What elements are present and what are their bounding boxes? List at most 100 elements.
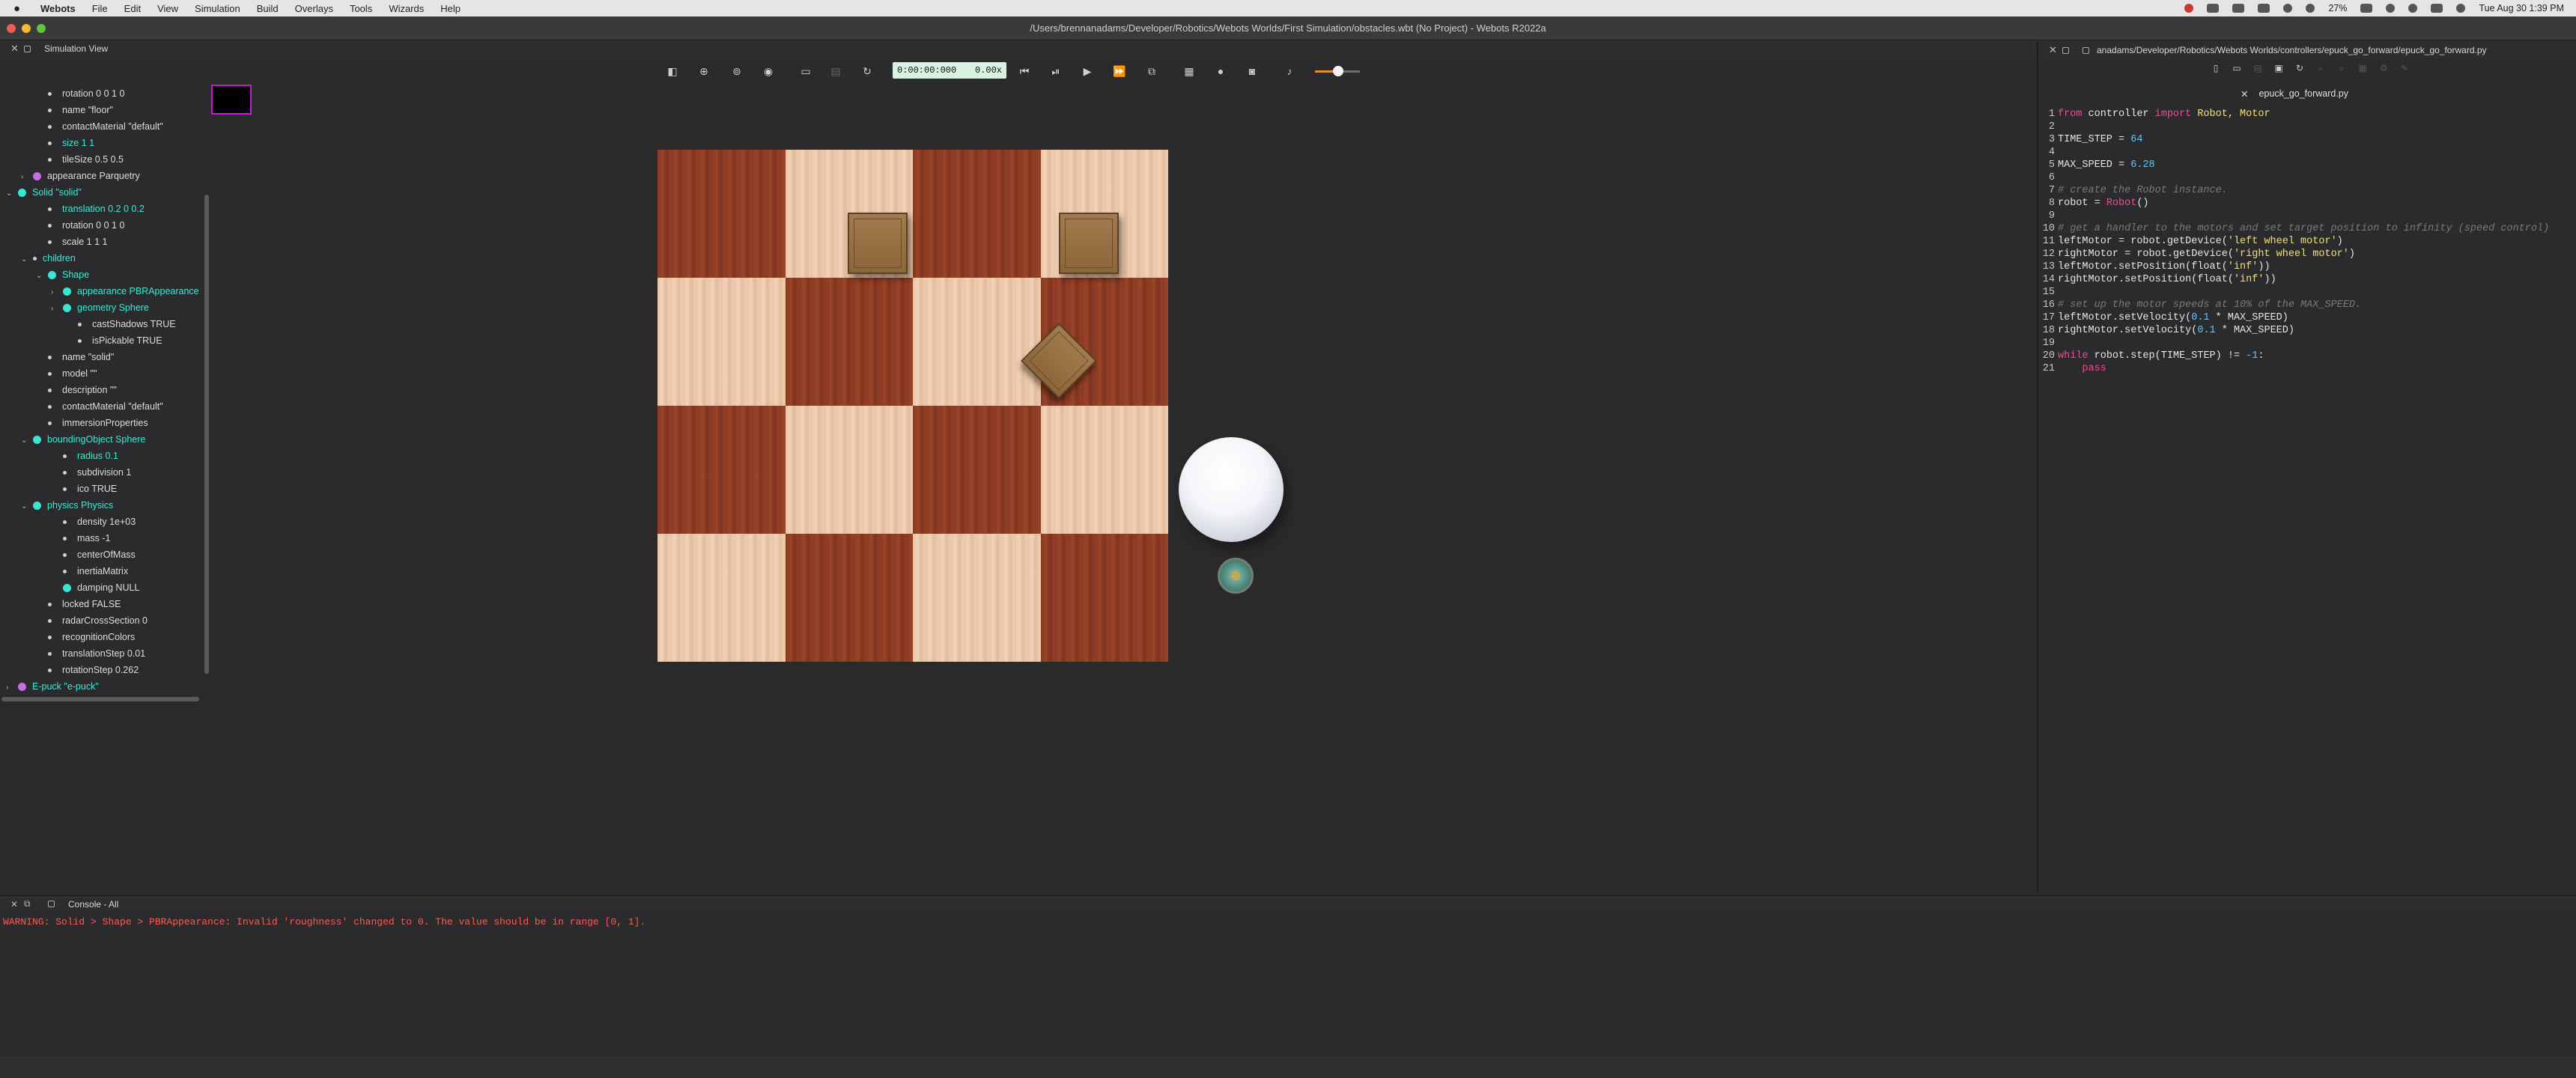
code-line[interactable]: 5 MAX_SPEED = 6.28 — [2038, 159, 2576, 171]
reload-world-icon[interactable]: ↻ — [861, 65, 873, 77]
scene-tree-row[interactable]: density 1e+03 — [63, 514, 136, 530]
code-line[interactable]: 2 — [2038, 121, 2576, 133]
scene-tree-row[interactable]: inertiaMatrix — [63, 563, 128, 579]
collapse-arrow-icon[interactable]: ⌄ — [21, 252, 28, 268]
code-line[interactable]: 6 — [2038, 171, 2576, 184]
build-icon[interactable]: ⚙ — [2378, 63, 2389, 73]
app-menu[interactable]: Webots — [40, 3, 76, 14]
code-line[interactable]: 11 leftMotor = robot.getDevice('left whee… — [2038, 235, 2576, 248]
scene-tree-row[interactable]: rotation 0 0 1 0 — [48, 217, 124, 234]
display-icon[interactable] — [2258, 4, 2270, 13]
collapse-arrow-icon[interactable]: ⌄ — [21, 433, 28, 449]
close-console-icon[interactable]: ✕ — [10, 899, 24, 910]
scene-tree-row[interactable]: mass -1 — [63, 530, 110, 546]
menu-extra-icon[interactable] — [2207, 4, 2220, 13]
code-line[interactable]: 16 # set up the motor speeds at 10% of th… — [2038, 299, 2576, 311]
code-line[interactable]: 18 rightMotor.setVelocity(0.1 * MAX_SPEED… — [2038, 324, 2576, 337]
scene-tree-row[interactable]: rotation 0 0 1 0 — [48, 85, 124, 102]
code-line[interactable]: 15 — [2038, 286, 2576, 299]
sound-icon[interactable]: ♪ — [1284, 65, 1295, 77]
open-file-icon[interactable]: ▭ — [2232, 63, 2242, 73]
volume-icon[interactable] — [2283, 4, 2293, 13]
scene-tree-row[interactable]: description "" — [48, 382, 117, 398]
menu-overlays[interactable]: Overlays — [295, 3, 333, 14]
scene-tree-row[interactable]: tileSize 0.5 0.5 — [48, 151, 124, 168]
toggle-scene-tree-icon[interactable]: ◧ — [666, 65, 678, 77]
code-line[interactable]: 13 leftMotor.setPosition(float('inf')) — [2038, 261, 2576, 273]
scene-tree-row[interactable]: › geometry Sphere — [51, 299, 149, 316]
clean-icon[interactable]: ✎ — [2399, 63, 2410, 73]
expand-arrow-icon[interactable]: › — [51, 301, 58, 317]
scene-tree-row[interactable]: name "solid" — [48, 349, 114, 365]
scene-tree-row[interactable]: ⌄ children — [21, 250, 76, 267]
save-world-icon[interactable]: ▤ — [830, 65, 842, 77]
undock-console-icon[interactable]: ⧉ — [24, 898, 34, 910]
menu-file[interactable]: File — [92, 3, 108, 14]
cast-icon[interactable] — [2232, 4, 2245, 13]
record-animation-icon[interactable]: ● — [1215, 65, 1227, 77]
reset-view-icon[interactable]: ⊚ — [731, 65, 743, 77]
record-icon[interactable] — [2184, 4, 2194, 13]
expand-arrow-icon[interactable]: › — [51, 284, 58, 301]
collapse-arrow-icon[interactable]: ⌄ — [6, 186, 13, 202]
float-console-icon[interactable] — [48, 901, 55, 907]
expand-arrow-icon[interactable]: › — [6, 680, 13, 696]
scene-tree-row[interactable]: radius 0.1 — [63, 448, 118, 464]
save-file-icon[interactable]: ▤ — [2253, 63, 2263, 73]
screenshot-icon[interactable]: ◙ — [1246, 65, 1258, 77]
menu-wizards[interactable]: Wizards — [389, 3, 424, 14]
scene-tree-row[interactable]: › E-puck "e-puck" — [6, 678, 99, 695]
collapse-arrow-icon[interactable]: ⌄ — [36, 268, 43, 284]
code-line[interactable]: 19 — [2038, 337, 2576, 350]
siri-icon[interactable] — [2456, 4, 2466, 13]
code-line[interactable]: 12 rightMotor = robot.getDevice('right wh… — [2038, 248, 2576, 261]
scene-tree-row[interactable]: translation 0.2 0 0.2 — [48, 201, 145, 217]
minimize-window-button[interactable] — [22, 24, 31, 33]
scene-tree-row[interactable]: locked FALSE — [48, 596, 121, 612]
menu-build[interactable]: Build — [257, 3, 279, 14]
menu-edit[interactable]: Edit — [124, 3, 141, 14]
volume-slider-knob[interactable] — [1333, 66, 1343, 76]
code-line[interactable]: 8 robot = Robot() — [2038, 197, 2576, 210]
scene-tree-row[interactable]: translationStep 0.01 — [48, 645, 145, 662]
search-icon[interactable] — [2408, 4, 2418, 13]
wooden-box-1[interactable] — [848, 213, 908, 274]
scene-tree-row[interactable]: centerOfMass — [63, 546, 136, 563]
zoom-window-button[interactable] — [37, 24, 46, 33]
replace-icon[interactable]: ⌕ — [2336, 63, 2347, 73]
find-icon[interactable]: ⌕ — [2315, 63, 2326, 73]
scene-tree-row[interactable]: scale 1 1 1 — [48, 234, 107, 250]
close-window-button[interactable] — [7, 24, 16, 33]
scene-tree-row[interactable]: castShadows TRUE — [78, 316, 176, 332]
scene-tree-row[interactable]: radarCrossSection 0 — [48, 612, 148, 629]
collapse-arrow-icon[interactable]: ⌄ — [21, 499, 28, 515]
view-eye-icon[interactable]: ◉ — [762, 65, 774, 77]
code-line[interactable]: 4 — [2038, 146, 2576, 159]
scene-tree-row[interactable]: model "" — [48, 365, 97, 382]
scene-tree-row[interactable]: › appearance Parquetry — [21, 168, 140, 184]
battery-icon[interactable] — [2360, 4, 2373, 13]
fast-forward-icon[interactable]: ⏩ — [1113, 65, 1126, 77]
close-editor-icon[interactable]: ✕ — [2049, 44, 2062, 56]
control-center-icon[interactable] — [2431, 4, 2443, 13]
code-line[interactable]: 7 # create the Robot instance. — [2038, 184, 2576, 197]
scene-tree-horizontal-scrollbar[interactable] — [0, 696, 204, 702]
close-panel-icon[interactable]: ✕ — [10, 43, 24, 55]
scene-tree-row[interactable]: name "floor" — [48, 102, 113, 118]
undock-panel-icon[interactable] — [24, 45, 31, 52]
console-output[interactable]: WARNING: Solid > Shape > PBRAppearance: … — [0, 913, 2576, 1056]
scene-tree-row[interactable]: › appearance PBRAppearance — [51, 283, 199, 299]
scene-tree-row[interactable]: contactMaterial "default" — [48, 118, 163, 135]
menu-tools[interactable]: Tools — [350, 3, 372, 14]
menu-simulation[interactable]: Simulation — [195, 3, 240, 14]
scrollbar-thumb[interactable] — [1, 697, 199, 701]
bluetooth-icon[interactable] — [2306, 4, 2315, 13]
scene-tree-row[interactable]: ⌄ Solid "solid" — [6, 184, 82, 201]
save-as-icon[interactable]: ▣ — [2273, 63, 2284, 73]
scene-tree-row[interactable]: ⌄ boundingObject Sphere — [21, 431, 145, 448]
code-line[interactable]: 14 rightMotor.setPosition(float('inf')) — [2038, 273, 2576, 286]
code-line[interactable]: 10 # get a handler to the motors and set … — [2038, 222, 2576, 235]
code-line[interactable]: 3 TIME_STEP = 64 — [2038, 133, 2576, 146]
scene-tree-row[interactable]: ⌄ physics Physics — [21, 497, 113, 514]
code-line[interactable]: 9 — [2038, 210, 2576, 222]
